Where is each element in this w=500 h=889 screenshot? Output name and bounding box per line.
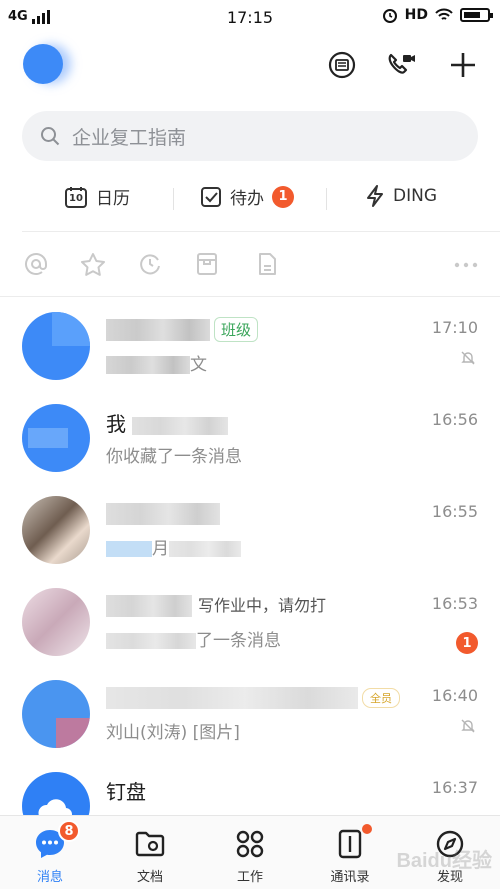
conversation-name: 班级: [106, 316, 259, 342]
conversation-time: 16:56: [431, 410, 478, 429]
conversation-item[interactable]: 我 你收藏了一条消息 16:56: [0, 392, 500, 484]
calendar-label: 日历: [96, 189, 130, 209]
conversation-preview: 你收藏了一条消息: [106, 447, 242, 467]
conversation-time: 17:10: [431, 318, 478, 337]
conversation-item[interactable]: 全员 刘山(刘涛) [图片] 16:40: [0, 668, 500, 760]
battery-icon: [460, 8, 493, 22]
wifi-icon: [435, 8, 453, 20]
contacts-dot: [362, 824, 372, 834]
todo-badge: 1: [272, 185, 294, 208]
conversation-time: 16:37: [431, 778, 478, 797]
ding-bolt-icon: [367, 185, 383, 207]
conversation-time: 16:55: [431, 502, 478, 521]
conversation-item[interactable]: 写作业中，请勿打 了一条消息 16:53 1: [0, 576, 500, 668]
conversation-item[interactable]: 班级 文 17:10: [0, 300, 500, 392]
unread-badge: 1: [456, 632, 478, 654]
conversation-preview: 月: [106, 534, 241, 559]
name-text: 我: [106, 412, 126, 436]
conversation-name: 写作业中，请勿打: [106, 592, 326, 617]
status-text: 写作业中，请勿打: [198, 596, 327, 615]
avatar: [22, 312, 90, 380]
bottom-tab-bar: 8 消息 文档 工作 通讯录 发现 Baidu经验: [0, 815, 500, 889]
clock-icon[interactable]: [138, 252, 162, 276]
hd-indicator: HD: [404, 7, 428, 23]
tab-label: 通讯录: [330, 870, 370, 885]
dingtalk-messages-screen: 4G 17:15 HD 企业复工指南 10 日历 待办 1 DING 班级 文 …: [0, 0, 500, 889]
tab-docs[interactable]: 文档: [100, 816, 200, 889]
conversation-item[interactable]: 月 16:55: [0, 484, 500, 576]
search-placeholder: 企业复工指南: [72, 126, 187, 149]
tab-label: 消息: [36, 870, 63, 885]
conversation-time: 16:53: [431, 594, 478, 613]
divider: [22, 231, 500, 232]
conversation-name: 全员: [106, 684, 400, 709]
at-icon[interactable]: [24, 252, 48, 276]
avatar: [22, 496, 90, 564]
folder-icon: [132, 826, 168, 862]
conversation-name: 我: [106, 408, 229, 437]
tab-messages[interactable]: 8 消息: [0, 816, 100, 889]
plus-icon[interactable]: [446, 48, 480, 82]
calendar-icon-day: 10: [69, 192, 83, 204]
avatar: [22, 404, 90, 472]
conversation-name: 钉盘: [106, 780, 146, 804]
all-members-tag: 全员: [362, 687, 400, 708]
search-icon: [41, 127, 60, 146]
watermark: Baidu经验: [396, 850, 492, 872]
video-call-icon[interactable]: [384, 48, 418, 82]
apps-grid-icon: [232, 826, 268, 862]
quick-actions: 10 日历 待办 1 DING: [0, 176, 500, 220]
ding-button[interactable]: DING: [365, 184, 437, 208]
conversation-time: 16:40: [431, 686, 478, 705]
star-icon[interactable]: [80, 252, 106, 278]
status-bar: 4G 17:15 HD: [0, 0, 500, 36]
muted-bell-icon: [460, 350, 476, 370]
muted-bell-icon: [460, 718, 476, 738]
tab-label: 文档: [136, 870, 163, 885]
calendar-icon: 10: [64, 185, 88, 209]
alarm-icon: [382, 9, 397, 23]
status-icons: HD: [382, 7, 493, 23]
preview-text: 了一条消息: [196, 631, 281, 651]
divider: [0, 296, 500, 297]
tab-contacts[interactable]: 通讯录: [300, 816, 400, 889]
conversation-preview: 文: [106, 350, 207, 375]
more-icon[interactable]: [454, 262, 478, 268]
todo-label: 待办: [230, 189, 264, 209]
todo-check-icon: [201, 186, 221, 207]
conversation-preview: 了一条消息: [106, 626, 281, 651]
group-type-tag: 班级: [214, 317, 259, 342]
tab-work[interactable]: 工作: [200, 816, 300, 889]
todo-button[interactable]: 待办 1: [200, 184, 294, 209]
conversation-name: [106, 500, 220, 525]
document-icon[interactable]: [256, 252, 278, 276]
my-avatar[interactable]: [23, 44, 63, 84]
tab-label: 工作: [236, 870, 263, 885]
filter-row: [0, 248, 500, 284]
divider: [326, 188, 327, 210]
contacts-icon: [332, 824, 372, 862]
avatar: [22, 588, 90, 656]
avatar: [22, 680, 90, 748]
divider: [173, 188, 174, 210]
preview-text: 文: [190, 355, 207, 375]
unread-count: 1: [456, 632, 478, 654]
search-bar[interactable]: 企业复工指南: [22, 111, 478, 161]
inbox-icon[interactable]: [196, 252, 218, 276]
preview-text: 月: [152, 539, 169, 559]
conversation-preview: 刘山(刘涛) [图片]: [106, 723, 240, 743]
calendar-button[interactable]: 10 日历: [64, 184, 130, 209]
messages-badge: 8: [58, 820, 80, 842]
secret-chat-icon[interactable]: [325, 48, 359, 82]
ding-label: DING: [393, 186, 437, 206]
message-icon: 8: [32, 820, 80, 862]
